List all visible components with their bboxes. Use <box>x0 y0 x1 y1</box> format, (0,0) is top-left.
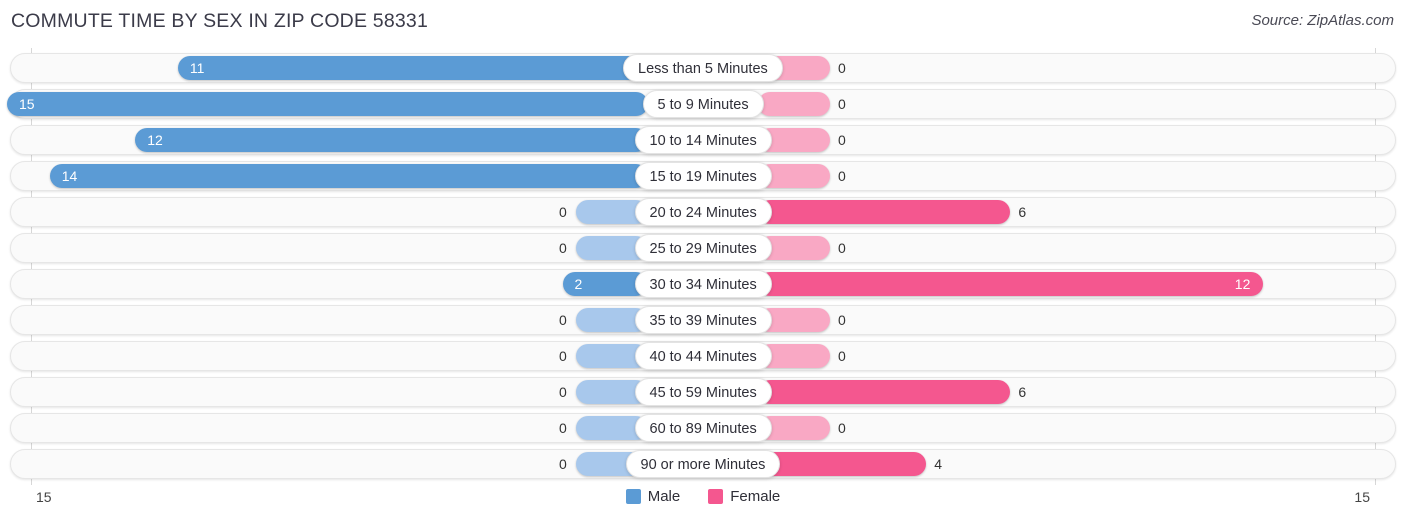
chart-row[interactable]: 0 0 40 to 44 Minutes <box>10 341 1396 371</box>
value-label-male: 0 <box>559 348 567 364</box>
source-attribution: Source: ZipAtlas.com <box>1251 12 1394 29</box>
category-label: 90 or more Minutes <box>625 450 781 478</box>
category-label: 20 to 24 Minutes <box>634 198 772 226</box>
legend-swatch-female-icon <box>708 489 724 504</box>
category-label: Less than 5 Minutes <box>623 54 783 82</box>
chart-row[interactable]: 0 6 45 to 59 Minutes <box>10 377 1396 407</box>
value-label-male: 14 <box>61 168 78 184</box>
chart-row[interactable]: 0 0 35 to 39 Minutes <box>10 305 1396 335</box>
category-label: 35 to 39 Minutes <box>634 306 772 334</box>
category-label: 30 to 34 Minutes <box>634 270 772 298</box>
category-label: 10 to 14 Minutes <box>634 126 772 154</box>
legend-item-female[interactable]: Female <box>708 488 780 505</box>
chart-row[interactable]: 15 0 5 to 9 Minutes <box>7 89 1396 119</box>
value-label-female: 0 <box>838 348 846 364</box>
chart-header: COMMUTE TIME BY SEX IN ZIP CODE 58331 So… <box>0 0 1406 40</box>
bar-female[interactable] <box>758 92 830 116</box>
value-label-male: 0 <box>559 204 567 220</box>
legend-label-male: Male <box>647 488 681 505</box>
value-label-male: 15 <box>19 96 35 112</box>
chart-legend: Male Female <box>0 488 1406 505</box>
value-label-female: 12 <box>1234 276 1251 292</box>
value-label-male: 2 <box>574 276 583 292</box>
bar-female[interactable] <box>758 380 1011 404</box>
value-label-male: 0 <box>559 240 567 256</box>
category-label: 15 to 19 Minutes <box>634 162 772 190</box>
chart-footer: 15 15 Male Female <box>0 486 1406 522</box>
bar-male[interactable] <box>7 92 648 116</box>
category-label: 25 to 29 Minutes <box>634 234 772 262</box>
chart-row[interactable]: 0 0 60 to 89 Minutes <box>10 413 1396 443</box>
bar-female[interactable] <box>758 272 1263 296</box>
bar-female[interactable] <box>758 200 1011 224</box>
chart-row[interactable]: 14 0 15 to 19 Minutes <box>10 161 1396 191</box>
category-label: 40 to 44 Minutes <box>634 342 772 370</box>
chart-row[interactable]: 2 12 30 to 34 Minutes <box>10 269 1396 299</box>
bar-male[interactable] <box>135 128 648 152</box>
category-label: 5 to 9 Minutes <box>642 90 764 118</box>
legend-item-male[interactable]: Male <box>625 488 681 505</box>
value-label-female: 0 <box>838 96 846 112</box>
chart-row[interactable]: 0 0 25 to 29 Minutes <box>10 233 1396 263</box>
chart-row[interactable]: 11 0 Less than 5 Minutes <box>10 53 1396 83</box>
legend-label-female: Female <box>730 488 781 505</box>
chart-plot-area: 11 0 Less than 5 Minutes 15 0 5 to 9 Minutes 1… <box>0 48 1406 488</box>
value-label-male: 11 <box>189 60 205 76</box>
bar-female[interactable] <box>758 452 927 476</box>
value-label-female: 4 <box>934 456 943 472</box>
chart-row[interactable]: 12 0 10 to 14 Minutes <box>10 125 1396 155</box>
value-label-male: 0 <box>559 312 567 328</box>
legend-swatch-male-icon <box>625 489 641 504</box>
bar-male[interactable] <box>49 164 648 188</box>
value-label-female: 0 <box>838 132 846 148</box>
category-label: 45 to 59 Minutes <box>634 378 772 406</box>
value-label-female: 0 <box>838 60 846 76</box>
value-label-female: 0 <box>838 168 846 184</box>
value-label-female: 0 <box>838 240 846 256</box>
value-label-male: 0 <box>559 456 567 472</box>
value-label-male: 0 <box>559 420 567 436</box>
value-label-female: 0 <box>838 420 846 436</box>
chart-row[interactable]: 0 6 20 to 24 Minutes <box>10 197 1396 227</box>
value-label-female: 0 <box>838 312 846 328</box>
value-label-female: 6 <box>1018 204 1027 220</box>
value-label-male: 12 <box>147 132 163 148</box>
value-label-female: 6 <box>1018 384 1027 400</box>
page-title: COMMUTE TIME BY SEX IN ZIP CODE 58331 <box>11 10 429 32</box>
chart-row[interactable]: 0 4 90 or more Minutes <box>10 449 1396 479</box>
value-label-male: 0 <box>559 384 567 400</box>
category-label: 60 to 89 Minutes <box>634 414 772 442</box>
bar-male[interactable] <box>177 56 648 80</box>
